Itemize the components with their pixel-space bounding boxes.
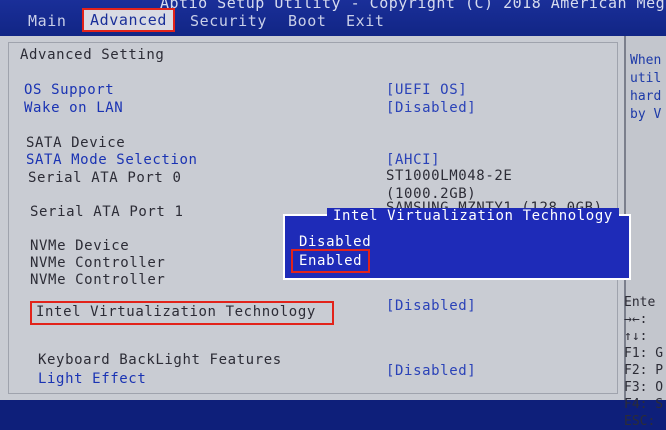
tab-boot[interactable]: Boot [288,12,327,30]
light-effect-label[interactable]: Light Effect [38,371,146,387]
os-support-value[interactable]: [UEFI OS] [386,82,467,98]
key-legend: Ente →←: ↑↓: F1: G F2: P F3: O F4: S ESC… [624,294,663,430]
nvme-controller-2-label: NVMe Controller [30,272,166,288]
intel-vt-popup: Intel Virtualization Technology Disabled… [283,208,631,280]
light-effect-value[interactable]: [Disabled] [386,363,476,379]
top-bar: Aptio Setup Utility - Copyright (C) 2018… [0,0,666,36]
nvme-controller-1-label: NVMe Controller [30,255,166,271]
utility-title: Aptio Setup Utility - Copyright (C) 2018… [160,0,666,12]
intel-vt-value[interactable]: [Disabled] [386,298,476,314]
os-support-label[interactable]: OS Support [24,82,114,98]
help-line: util [630,71,662,86]
wake-on-lan-label[interactable]: Wake on LAN [24,100,123,116]
key-line: ESC: [624,414,656,429]
key-line: F1: G [624,346,664,361]
help-line: hard [630,89,662,104]
section-title: Advanced Setting [20,47,165,63]
key-line: F2: P [624,363,664,378]
popup-title: Intel Virtualization Technology [327,208,619,224]
sata-port1-label: Serial ATA Port 1 [30,204,184,220]
sata-port0-value: ST1000LM048-2E [386,168,513,184]
nvme-device-label: NVMe Device [30,238,130,254]
key-line: →←: [624,312,648,327]
help-line: When [630,53,662,68]
option-disabled[interactable]: Disabled [299,234,371,250]
selected-item-highlight [30,301,334,325]
key-line: F4: S [624,397,664,412]
option-enabled[interactable]: Enabled [290,249,371,273]
sata-device-label: SATA Device [26,135,126,151]
tab-security[interactable]: Security [190,12,267,30]
sata-mode-value[interactable]: [AHCI] [386,152,440,168]
key-line: Ente [624,295,656,310]
tab-main[interactable]: Main [28,12,67,30]
help-text: When util hard by V [630,52,661,124]
key-line: F3: O [624,380,664,395]
key-line: ↑↓: [624,329,648,344]
help-line: by V [630,107,662,122]
wake-on-lan-value[interactable]: [Disabled] [386,100,476,116]
keyboard-backlight-label: Keyboard BackLight Features [38,352,282,368]
sata-port0-label: Serial ATA Port 0 [28,170,182,186]
tab-advanced[interactable]: Advanced [81,8,176,32]
tab-exit[interactable]: Exit [346,12,385,30]
sata-mode-label[interactable]: SATA Mode Selection [26,152,198,168]
